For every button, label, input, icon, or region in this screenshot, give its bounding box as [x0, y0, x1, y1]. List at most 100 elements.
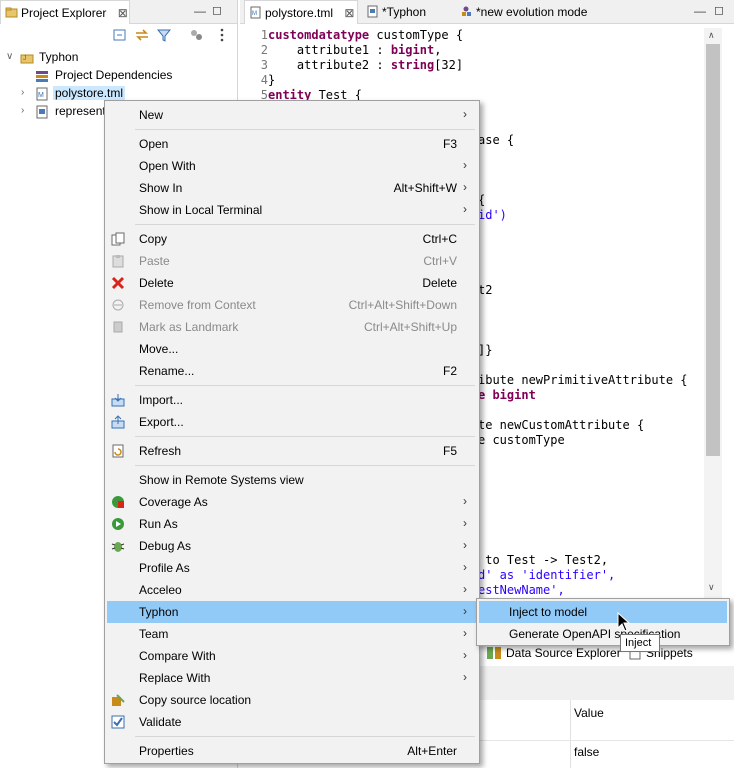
- tab-polystore[interactable]: M polystore.tml ⊠: [244, 0, 358, 24]
- menu-item-delete[interactable]: Delete Delete: [107, 272, 477, 294]
- menu-item-shortcut: Delete: [422, 276, 457, 290]
- collapse-all-icon[interactable]: [112, 27, 128, 43]
- tab-project-explorer[interactable]: Project Explorer ⊠: [0, 0, 130, 24]
- chevron-right-icon: ›: [463, 670, 467, 684]
- export-icon: [111, 415, 125, 429]
- menu-item-mark-as-landmark: Mark as Landmark Ctrl+Alt+Shift+Up: [107, 316, 477, 338]
- scroll-down-icon[interactable]: ∨: [708, 582, 715, 593]
- close-icon[interactable]: ⊠: [344, 6, 354, 20]
- code-token: ase {: [478, 133, 515, 147]
- menu-item-generate-openapi[interactable]: Generate OpenAPI specification: [479, 623, 727, 645]
- code-line-fragment: d' as 'identifier',: [478, 568, 615, 583]
- remove-context-icon: [112, 299, 124, 311]
- tree-item-typhon[interactable]: ∨ J Typhon: [0, 49, 236, 67]
- view-menu-icon[interactable]: [214, 27, 230, 43]
- menu-item-open[interactable]: Open F3: [107, 133, 477, 155]
- menu-item-label: Paste: [139, 254, 170, 268]
- chevron-right-icon: ›: [463, 538, 467, 552]
- paste-icon: [112, 255, 124, 268]
- line-number: 2: [260, 43, 268, 57]
- minimize-icon[interactable]: —: [194, 4, 206, 18]
- menu-item-run-as[interactable]: Run As ›: [107, 513, 477, 535]
- menu-item-profile-as[interactable]: Profile As ›: [107, 557, 477, 579]
- menu-item-shortcut: Ctrl+Alt+Shift+Up: [363, 320, 457, 334]
- menu-item-new[interactable]: New ›: [107, 104, 477, 126]
- menu-separator: [135, 736, 475, 737]
- menu-item-label: Debug As: [139, 539, 192, 553]
- focus-task-icon[interactable]: [188, 27, 204, 43]
- chevron-right-icon: ›: [463, 582, 467, 596]
- chevron-right-icon: ›: [463, 626, 467, 640]
- mouse-cursor-icon: [617, 612, 631, 632]
- code-line-fragment: estNewName',: [478, 583, 565, 598]
- import-icon: [111, 394, 125, 407]
- tab-evolution-mode[interactable]: *new evolution mode: [456, 0, 616, 24]
- line-number: 1: [260, 28, 268, 42]
- chevron-right-icon[interactable]: ›: [21, 105, 31, 116]
- tab-label: *Typhon: [382, 5, 427, 19]
- chevron-down-icon[interactable]: ∨: [6, 51, 16, 62]
- menu-item-import[interactable]: Import...: [107, 389, 477, 411]
- menu-item-rename[interactable]: Rename... F2: [107, 360, 477, 382]
- menu-item-shortcut: Alt+Shift+W: [393, 181, 457, 195]
- menu-item-label: Typhon: [139, 605, 179, 619]
- menu-item-move[interactable]: Move...: [107, 338, 477, 360]
- menu-item-replace-with[interactable]: Replace With ›: [107, 667, 477, 689]
- menu-item-refresh[interactable]: Refresh F5: [107, 440, 477, 462]
- menu-item-team[interactable]: Team ›: [107, 623, 477, 645]
- minimize-icon[interactable]: —: [694, 4, 706, 18]
- menu-item-typhon[interactable]: Typhon ›: [107, 601, 477, 623]
- typhon-submenu: Inject to model Generate OpenAPI specifi…: [476, 598, 730, 646]
- chevron-right-icon: ›: [463, 202, 467, 216]
- menu-item-compare-with[interactable]: Compare With ›: [107, 645, 477, 667]
- svg-text:M: M: [252, 11, 257, 17]
- tab-label: Project Explorer: [21, 6, 107, 20]
- code-line: 1customdatatype customType {: [240, 28, 463, 43]
- scroll-up-icon[interactable]: ∧: [708, 30, 715, 41]
- file-icon: [36, 105, 48, 119]
- dependencies-icon: [36, 71, 48, 82]
- code-token: estNewName',: [478, 583, 565, 597]
- menu-item-export[interactable]: Export...: [107, 411, 477, 433]
- menu-item-label: Replace With: [139, 671, 211, 685]
- data-source-icon: [487, 647, 501, 659]
- menu-item-label: Copy: [139, 232, 168, 246]
- menu-item-copy-source-location[interactable]: Copy source location: [107, 689, 477, 711]
- tab-data-source-explorer[interactable]: Data Source Explorer: [506, 646, 621, 660]
- scrollbar-thumb[interactable]: [706, 44, 720, 456]
- copy-location-icon: [112, 694, 125, 706]
- menu-item-validate[interactable]: Validate: [107, 711, 477, 733]
- menu-separator: [135, 224, 475, 225]
- maximize-icon[interactable]: ◻: [714, 3, 724, 17]
- menu-item-show-in-local-terminal[interactable]: Show in Local Terminal ›: [107, 199, 477, 221]
- menu-item-copy[interactable]: Copy Ctrl+C: [107, 228, 477, 250]
- link-editor-icon[interactable]: [134, 27, 150, 43]
- menu-item-label: Move...: [139, 342, 179, 356]
- chevron-right-icon[interactable]: ›: [21, 87, 31, 98]
- menu-item-inject-to-model[interactable]: Inject to model: [479, 601, 727, 623]
- tree-item-dependencies[interactable]: Project Dependencies: [0, 67, 236, 85]
- chevron-right-icon: ›: [463, 516, 467, 530]
- menu-separator: [135, 129, 475, 130]
- code-line-fragment: ase {: [478, 133, 514, 148]
- menu-item-show-in-remote-systems-view[interactable]: Show in Remote Systems view: [107, 469, 477, 491]
- menu-item-label: Coverage As: [139, 495, 208, 509]
- close-icon[interactable]: ⊠: [118, 6, 128, 20]
- code-token: e bigint: [478, 388, 536, 402]
- tree-label: represent: [55, 104, 106, 118]
- maximize-icon[interactable]: ◻: [212, 3, 222, 17]
- filter-icon[interactable]: [156, 27, 172, 43]
- menu-item-label: Properties: [139, 744, 194, 758]
- code-line: 3 attribute2 : string[32]: [240, 58, 463, 73]
- menu-item-debug-as[interactable]: Debug As ›: [107, 535, 477, 557]
- tab-typhon[interactable]: *Typhon: [362, 0, 456, 24]
- menu-item-acceleo[interactable]: Acceleo ›: [107, 579, 477, 601]
- menu-item-show-in[interactable]: Show In Alt+Shift+W ›: [107, 177, 477, 199]
- chevron-right-icon: ›: [463, 604, 467, 618]
- code-line-fragment: t2: [478, 283, 492, 298]
- menu-item-shortcut: F3: [442, 137, 457, 151]
- menu-item-label: Mark as Landmark: [139, 320, 239, 334]
- menu-item-properties[interactable]: Properties Alt+Enter: [107, 740, 477, 762]
- menu-item-open-with[interactable]: Open With ›: [107, 155, 477, 177]
- menu-item-coverage-as[interactable]: Coverage As ›: [107, 491, 477, 513]
